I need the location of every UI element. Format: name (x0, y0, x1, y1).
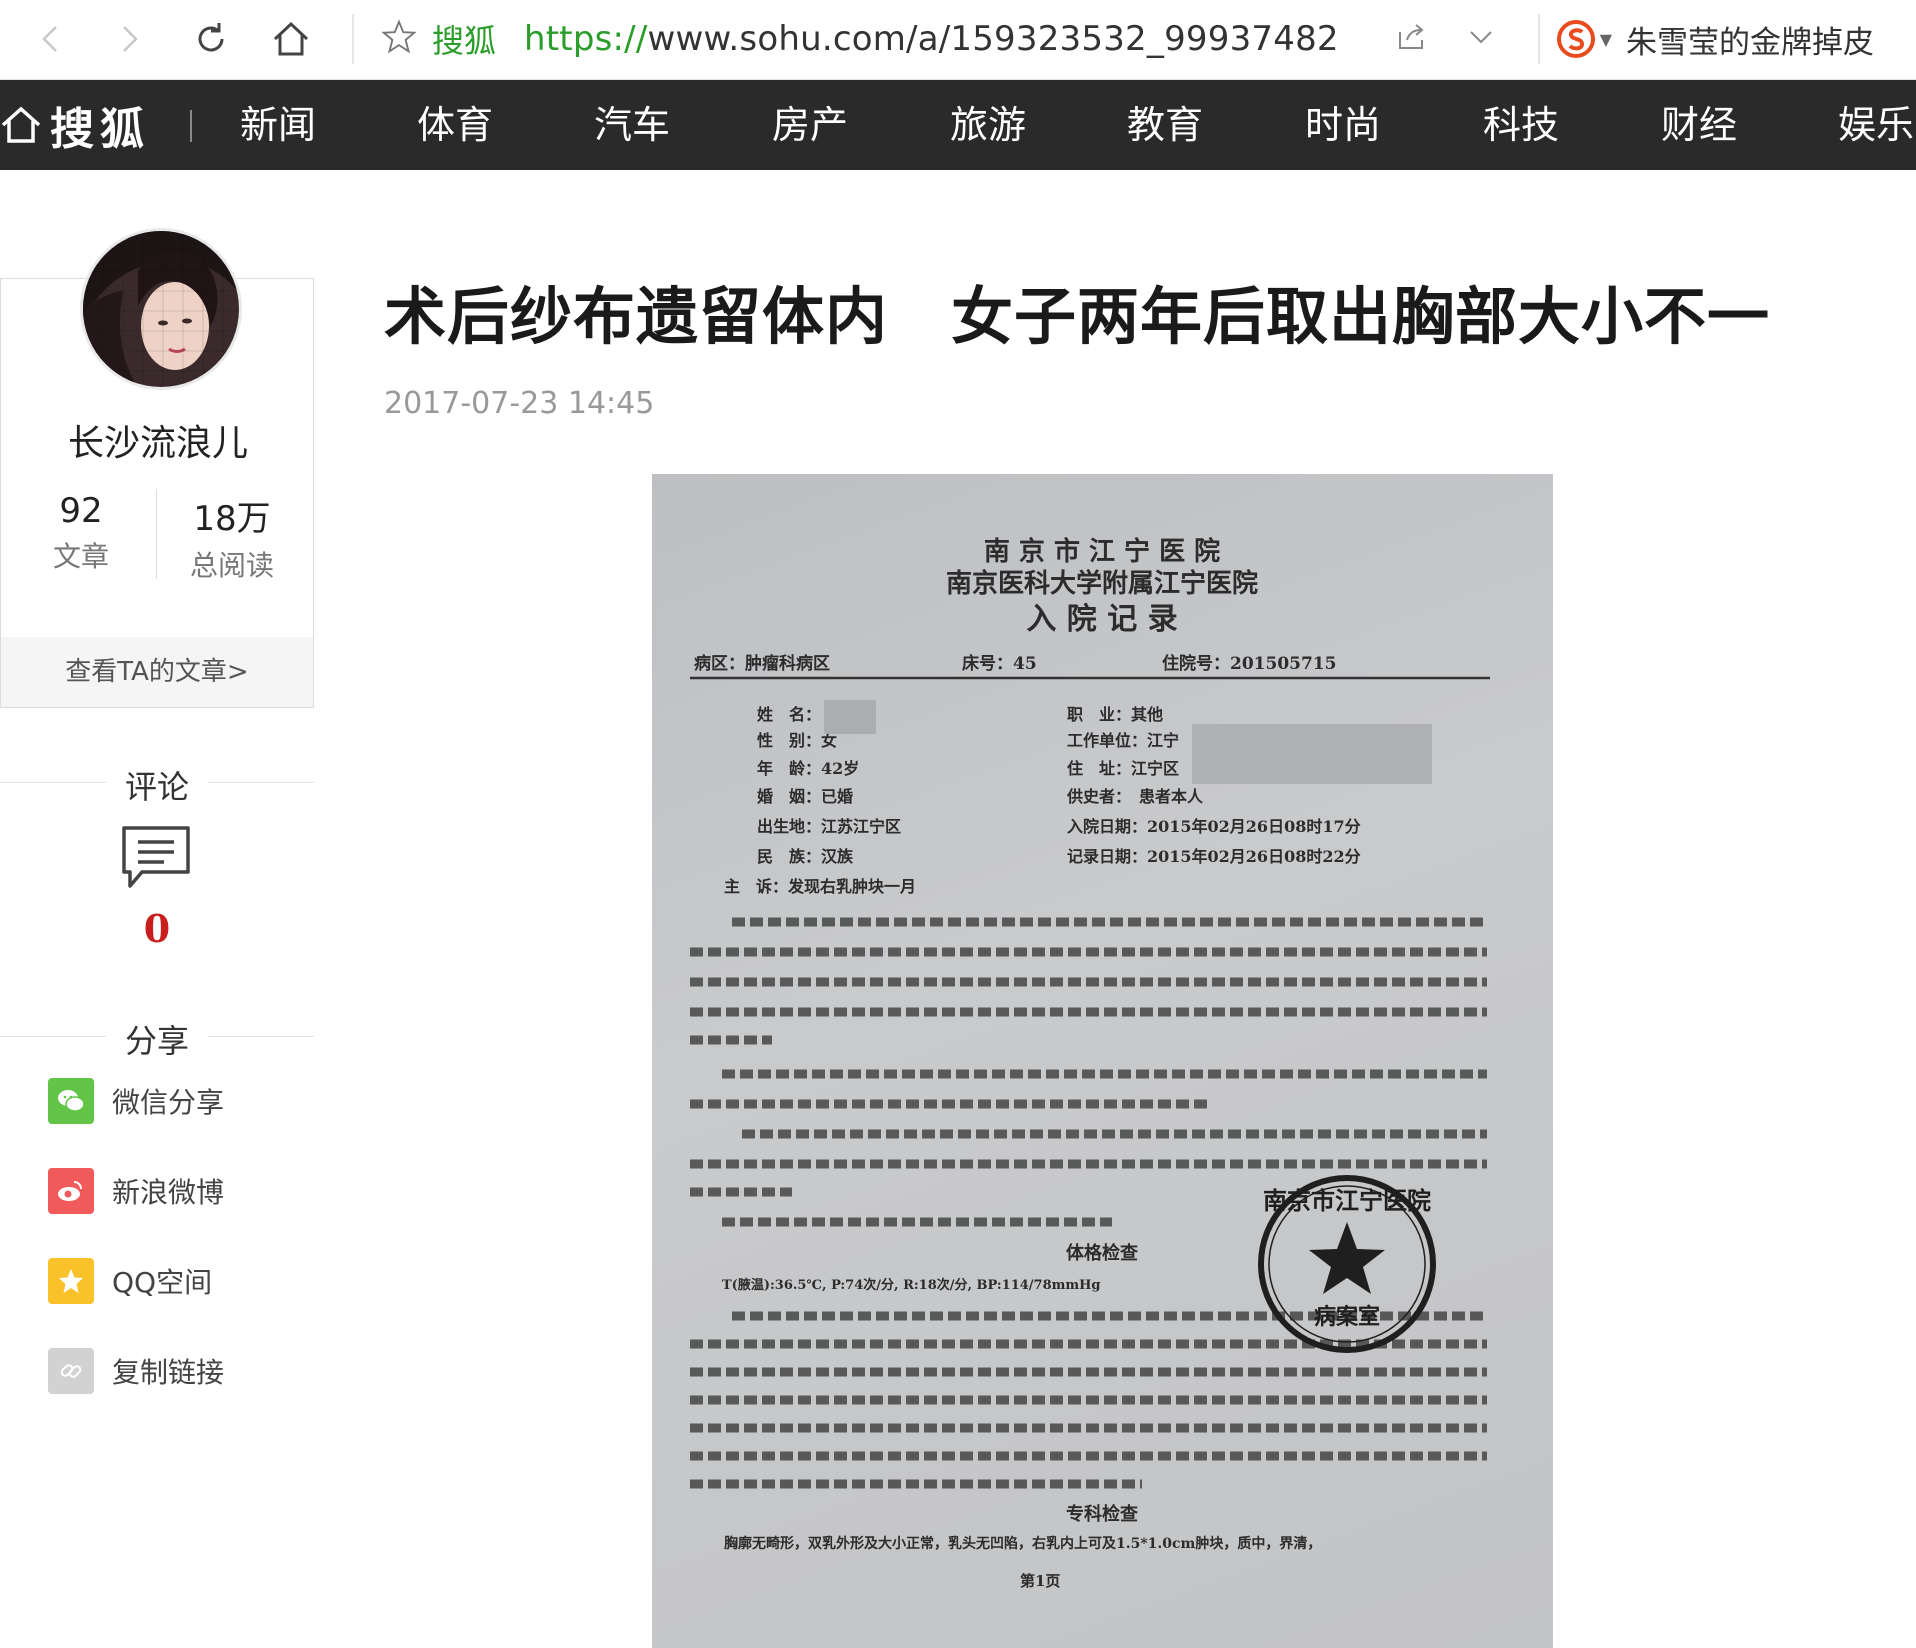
doc-field-ethnicity: 民 族：汉族 (757, 847, 854, 866)
doc-field-age: 年 龄：42岁 (757, 759, 859, 778)
copy-link-label: 复制链接 (112, 1356, 225, 1389)
doc-field-admit-date: 入院日期：2015年02月26日08时17分 (1067, 817, 1361, 836)
doc-section-special: 专科检查 (1066, 1503, 1138, 1525)
comments-heading: 评论 (0, 762, 314, 806)
doc-bed: 床号：45 (962, 653, 1037, 674)
nav-item-sports[interactable]: 体育 (417, 80, 493, 170)
doc-redaction-name (824, 700, 876, 734)
doc-history-text-lines (690, 917, 1487, 1227)
nav-item-tech[interactable]: 科技 (1483, 80, 1559, 170)
url-site-label: 搜狐 (432, 22, 497, 60)
home-outline-icon (1, 106, 41, 143)
url-text[interactable]: https://www.sohu.com/a/159323532_9993748… (524, 19, 1339, 59)
nav-item-fashion[interactable]: 时尚 (1305, 80, 1381, 170)
share-page-icon[interactable] (1394, 20, 1428, 58)
doc-field-address: 住 址：江宁区 (1067, 759, 1179, 778)
chevron-right-icon (123, 26, 138, 52)
share-weibo-button[interactable]: 新浪微博 (48, 1168, 224, 1214)
hospital-stamp: 南京市江宁医院 病案室 (1258, 1175, 1436, 1353)
doc-field-name: 姓 名： (757, 705, 821, 724)
wechat-icon (48, 1078, 94, 1124)
toolbar-divider-right (1537, 14, 1540, 64)
reload-button[interactable] (186, 14, 236, 64)
author-avatar[interactable] (80, 228, 242, 390)
nav-item-finance[interactable]: 财经 (1661, 80, 1737, 170)
bookmark-star-icon[interactable] (380, 18, 418, 60)
back-button[interactable] (26, 14, 76, 64)
view-author-articles-link[interactable]: 查看TA的文章> (1, 637, 313, 707)
doc-vitals: T(腋温):36.5℃, P:74次/分, R:18次/分, BP:114/78… (722, 1277, 1101, 1293)
comments-heading-text: 评论 (124, 768, 189, 806)
share-wechat-label: 微信分享 (112, 1086, 225, 1119)
articles-stat: 92 文章 (6, 491, 156, 575)
articles-count: 92 (59, 491, 103, 531)
reads-stat: 18万 总阅读 (157, 491, 307, 584)
doc-admission-no: 住院号：201505715 (1162, 653, 1336, 674)
doc-chief-complaint: 主 诉：发现右乳肿块一月 (724, 877, 916, 896)
doc-record-title: 入 院 记 录 (1026, 602, 1177, 637)
share-wechat-button[interactable]: 微信分享 (48, 1078, 224, 1124)
doc-special-text: 胸廓无畸形，双乳外形及大小正常，乳头无凹陷，右乳内上可及1.5*1.0cm肿块，… (724, 1535, 1321, 1552)
stamp-text: 南京市江宁医院 (1263, 1186, 1431, 1215)
author-name[interactable]: 长沙流浪儿 (1, 414, 315, 466)
doc-exam-text-lines (690, 1311, 1487, 1489)
share-heading: 分享 (0, 1016, 314, 1060)
forward-button[interactable] (104, 14, 154, 64)
doc-field-informant: 供史者： 患者本人 (1066, 787, 1204, 806)
caret-down-icon[interactable]: ▼ (1600, 30, 1612, 49)
toolbar-divider (352, 14, 354, 64)
link-icon (48, 1348, 94, 1394)
doc-hospital-line1: 南 京 市 江 宁 医 院 (984, 536, 1220, 567)
nav-item-education[interactable]: 教育 (1127, 80, 1203, 170)
url-protocol: https:// (524, 19, 648, 59)
toolbar-right: ▼ 朱雪莹的金牌掉皮 (1394, 14, 1916, 64)
logo-divider (190, 110, 192, 142)
nav-item-house[interactable]: 房产 (772, 80, 848, 170)
doc-field-marriage: 婚 姻：已婚 (757, 787, 853, 806)
reload-icon (198, 23, 224, 52)
doc-hospital-line2: 南京医科大学附属江宁医院 (946, 568, 1258, 599)
site-nav: 搜狐 新闻 体育 汽车 房产 旅游 教育 时尚 科技 财经 娱乐 (0, 80, 1916, 170)
weibo-icon (48, 1168, 94, 1214)
home-icon (273, 21, 309, 56)
sogou-search-icon[interactable] (1556, 19, 1596, 59)
comment-icon[interactable] (120, 822, 192, 894)
chevron-down-icon[interactable] (1464, 20, 1498, 58)
reads-label: 总阅读 (189, 549, 274, 582)
article-date: 2017-07-23 14:45 (384, 386, 655, 421)
home-button[interactable] (266, 14, 316, 64)
doc-page-no: 第1页 (1020, 1572, 1060, 1590)
share-qzone-button[interactable]: QQ空间 (48, 1258, 212, 1304)
stamp-star-icon (1309, 1222, 1385, 1294)
sohu-logo[interactable]: 搜狐 (0, 80, 150, 170)
medical-record-photo: 南 京 市 江 宁 医 院 南京医科大学附属江宁医院 入 院 记 录 病区：肿瘤… (652, 474, 1553, 1648)
doc-field-record-date: 记录日期：2015年02月26日08时22分 (1067, 847, 1361, 866)
nav-item-auto[interactable]: 汽车 (594, 80, 670, 170)
chevron-left-icon (42, 26, 57, 52)
nav-item-entertainment[interactable]: 娱乐 (1838, 80, 1914, 170)
doc-ward: 病区：肿瘤科病区 (694, 653, 830, 674)
nav-item-news[interactable]: 新闻 (240, 80, 316, 170)
comment-count[interactable]: 0 (0, 906, 314, 951)
doc-field-job: 职 业：其他 (1067, 705, 1163, 724)
stamp-subtext: 病案室 (1314, 1304, 1380, 1330)
doc-section-exam: 体格检查 (1066, 1242, 1138, 1264)
copy-link-button[interactable]: 复制链接 (48, 1348, 224, 1394)
browser-toolbar: 搜狐 https://www.sohu.com/a/159323532_9993… (0, 0, 1916, 80)
nav-item-travel[interactable]: 旅游 (950, 80, 1026, 170)
article-title: 术后纱布遗留体内 女子两年后取出胸部大小不一 (384, 280, 1771, 353)
url-path: www.sohu.com/a/159323532_99937482 (647, 19, 1339, 59)
address-bar[interactable]: 搜狐 https://www.sohu.com/a/159323532_9993… (380, 14, 1339, 64)
share-qzone-label: QQ空间 (112, 1266, 213, 1299)
doc-redaction-workplace (1192, 724, 1432, 784)
logo-text: 搜狐 (50, 104, 150, 155)
doc-field-birthplace: 出生地：江苏江宁区 (757, 817, 901, 836)
articles-label: 文章 (52, 540, 109, 573)
doc-field-workplace: 工作单位：江宁 (1067, 731, 1179, 750)
share-heading-text: 分享 (124, 1022, 189, 1060)
reads-count: 18万 (193, 499, 271, 539)
qzone-icon (48, 1258, 94, 1304)
hot-search-text[interactable]: 朱雪莹的金牌掉皮 (1626, 17, 1874, 62)
share-weibo-label: 新浪微博 (112, 1176, 225, 1209)
